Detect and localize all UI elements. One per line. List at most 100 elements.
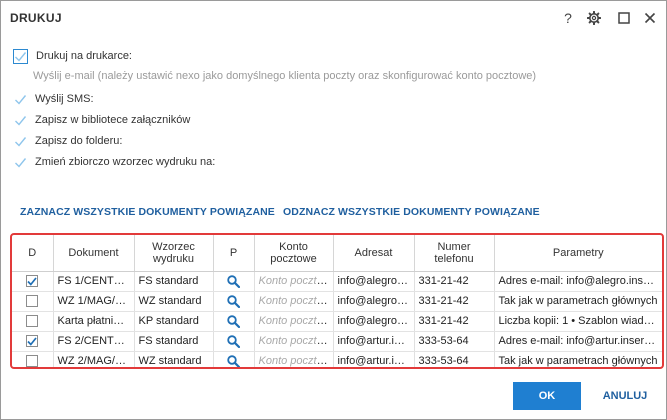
row-checkbox[interactable] bbox=[26, 295, 39, 308]
cell-parametry-text: Liczba kopii: 1 • Szablon wiado... bbox=[498, 315, 659, 327]
cell-numer[interactable]: 333-53-64 bbox=[414, 331, 495, 352]
cell-numer[interactable]: 331-21-42 bbox=[414, 291, 495, 312]
gear-icon[interactable] bbox=[585, 9, 603, 27]
cell-wzorzec[interactable]: KP standard bbox=[134, 311, 214, 332]
table-row[interactable]: WZ 2/MAG/2... WZ standard Konto pocztowe in… bbox=[12, 351, 662, 367]
cell-konto[interactable]: Konto pocztowe bbox=[254, 331, 334, 352]
check-icon bbox=[27, 337, 37, 346]
cell-adresat[interactable]: info@artur.ins... bbox=[333, 351, 415, 367]
cell-dokument-text: FS 2/CENTRA... bbox=[57, 335, 134, 347]
cell-dokument[interactable]: WZ 2/MAG/2... bbox=[53, 351, 135, 367]
row-select-cell[interactable] bbox=[12, 351, 54, 367]
cell-parametry[interactable]: Adres e-mail: info@artur.insert.c... bbox=[494, 331, 662, 352]
col-header-adresat[interactable]: Adresat bbox=[333, 235, 415, 272]
cell-dokument-text: WZ 1/MAG/2... bbox=[57, 295, 131, 307]
print-dialog: DRUKUJ ? Drukuj na drukarce: Wyślij e-ma… bbox=[0, 0, 667, 420]
cell-numer[interactable]: 331-21-42 bbox=[414, 311, 495, 332]
cell-preview[interactable] bbox=[213, 331, 255, 352]
cell-dokument[interactable]: FS 2/CENTRA... bbox=[53, 331, 135, 352]
cell-konto-text: Konto pocztowe bbox=[258, 295, 333, 307]
cell-wzorzec[interactable]: FS standard bbox=[134, 271, 214, 292]
col-header-dokument[interactable]: Dokument bbox=[53, 235, 135, 272]
close-icon[interactable] bbox=[641, 9, 659, 27]
option-print[interactable]: Drukuj na drukarce: bbox=[13, 47, 132, 65]
row-select-cell[interactable] bbox=[12, 291, 54, 312]
row-select-cell[interactable] bbox=[12, 271, 54, 292]
row-checkbox[interactable] bbox=[26, 275, 39, 288]
cell-adresat[interactable]: info@alegro.i... bbox=[333, 311, 415, 332]
cell-adresat-text: info@alegro.i... bbox=[337, 315, 412, 327]
cell-parametry[interactable]: Liczba kopii: 1 • Szablon wiado... bbox=[494, 311, 662, 332]
search-icon[interactable] bbox=[227, 354, 240, 367]
search-icon[interactable] bbox=[227, 274, 240, 288]
cell-konto[interactable]: Konto pocztowe bbox=[254, 271, 334, 292]
col-header-parametry[interactable]: Parametry bbox=[494, 235, 662, 272]
cell-preview[interactable] bbox=[213, 291, 255, 312]
print-checkbox[interactable] bbox=[13, 48, 28, 64]
cell-preview[interactable] bbox=[213, 271, 255, 292]
table-row[interactable]: FS 2/CENTRA... FS standard Konto pocztowe i… bbox=[12, 331, 662, 352]
table-row[interactable]: FS 1/CENTRA... FS standard Konto pocztowe i… bbox=[12, 271, 663, 292]
cell-adresat[interactable]: info@alegro.i... bbox=[333, 291, 415, 312]
cell-dokument[interactable]: Karta płatnicza bbox=[53, 311, 135, 332]
table-row[interactable]: Karta płatnicza KP standard Konto pocztowe… bbox=[12, 311, 662, 332]
cell-wzorzec-text: FS standard bbox=[138, 275, 199, 287]
sms-checkbox[interactable] bbox=[13, 92, 27, 106]
cell-numer[interactable]: 333-53-64 bbox=[414, 351, 495, 367]
dialog-title: DRUKUJ bbox=[10, 11, 62, 25]
search-icon[interactable] bbox=[227, 294, 240, 308]
cell-preview[interactable] bbox=[213, 311, 255, 332]
help-icon[interactable]: ? bbox=[559, 9, 577, 27]
cell-parametry-text: Adres e-mail: info@alegro.insert.c... bbox=[498, 275, 663, 287]
cell-adresat[interactable]: info@alegro.i... bbox=[333, 271, 415, 292]
cell-wzorzec-text: WZ standard bbox=[138, 355, 202, 367]
library-checkbox[interactable] bbox=[13, 113, 27, 127]
template-checkbox[interactable] bbox=[13, 155, 27, 169]
option-folder[interactable]: Zapisz do folderu: bbox=[13, 132, 122, 150]
col-header-numer[interactable]: Numer telefonu bbox=[414, 235, 495, 272]
cell-konto[interactable]: Konto pocztowe bbox=[254, 311, 334, 332]
col-header-p[interactable]: P bbox=[213, 235, 255, 272]
cell-konto[interactable]: Konto pocztowe bbox=[254, 351, 334, 367]
option-library[interactable]: Zapisz w bibliotece załączników bbox=[13, 111, 190, 129]
cell-dokument[interactable]: FS 1/CENTRA... bbox=[53, 271, 135, 292]
cell-parametry[interactable]: Tak jak w parametrach głównych bbox=[494, 291, 662, 312]
folder-checkbox[interactable] bbox=[13, 134, 27, 148]
cell-adresat[interactable]: info@artur.ins... bbox=[333, 331, 415, 352]
cell-wzorzec-text: KP standard bbox=[138, 315, 199, 327]
cell-dokument-text: WZ 2/MAG/2... bbox=[57, 355, 131, 367]
select-all-link[interactable]: ZAZNACZ WSZYSTKIE DOKUMENTY POWIĄZANE bbox=[20, 206, 275, 218]
cell-wzorzec[interactable]: FS standard bbox=[134, 331, 214, 352]
cell-konto[interactable]: Konto pocztowe bbox=[254, 291, 334, 312]
row-checkbox[interactable] bbox=[26, 315, 39, 328]
deselect-all-link[interactable]: ODZNACZ WSZYSTKIE DOKUMENTY POWIĄZANE bbox=[283, 206, 540, 218]
table-header-row: D Dokument Wzorzec wydruku P Konto poczt… bbox=[12, 235, 662, 272]
cell-wzorzec[interactable]: WZ standard bbox=[134, 351, 214, 367]
search-icon[interactable] bbox=[227, 314, 240, 328]
cell-parametry[interactable]: Adres e-mail: info@alegro.insert.c... bbox=[494, 271, 663, 292]
row-select-cell[interactable] bbox=[12, 331, 54, 352]
row-select-cell[interactable] bbox=[12, 311, 54, 332]
cell-numer[interactable]: 331-21-42 bbox=[414, 271, 495, 292]
row-checkbox[interactable] bbox=[26, 355, 39, 367]
col-header-d[interactable]: D bbox=[12, 235, 54, 272]
col-header-wzorzec[interactable]: Wzorzec wydruku bbox=[134, 235, 214, 272]
cell-adresat-text: info@artur.ins... bbox=[337, 355, 414, 367]
ok-button[interactable]: OK bbox=[513, 382, 581, 410]
cell-dokument[interactable]: WZ 1/MAG/2... bbox=[53, 291, 135, 312]
cell-numer-text: 331-21-42 bbox=[418, 275, 469, 287]
maximize-icon[interactable] bbox=[615, 9, 633, 27]
col-header-konto[interactable]: Konto pocztowe bbox=[254, 235, 334, 272]
search-icon[interactable] bbox=[227, 334, 240, 348]
cell-parametry[interactable]: Tak jak w parametrach głównych bbox=[494, 351, 662, 367]
cell-parametry-text: Tak jak w parametrach głównych bbox=[498, 355, 658, 367]
option-template[interactable]: Zmień zbiorczo wzorzec wydruku na: bbox=[13, 153, 215, 171]
cell-adresat-text: info@alegro.i... bbox=[337, 275, 412, 287]
cell-preview[interactable] bbox=[213, 351, 255, 367]
cancel-button[interactable]: ANULUJ bbox=[597, 382, 653, 410]
row-checkbox[interactable] bbox=[26, 335, 39, 348]
table-row[interactable]: WZ 1/MAG/2... WZ standard Konto pocztowe in… bbox=[12, 291, 662, 312]
cell-wzorzec-text: FS standard bbox=[138, 335, 199, 347]
cell-wzorzec[interactable]: WZ standard bbox=[134, 291, 214, 312]
option-sms[interactable]: Wyślij SMS: bbox=[13, 90, 94, 108]
